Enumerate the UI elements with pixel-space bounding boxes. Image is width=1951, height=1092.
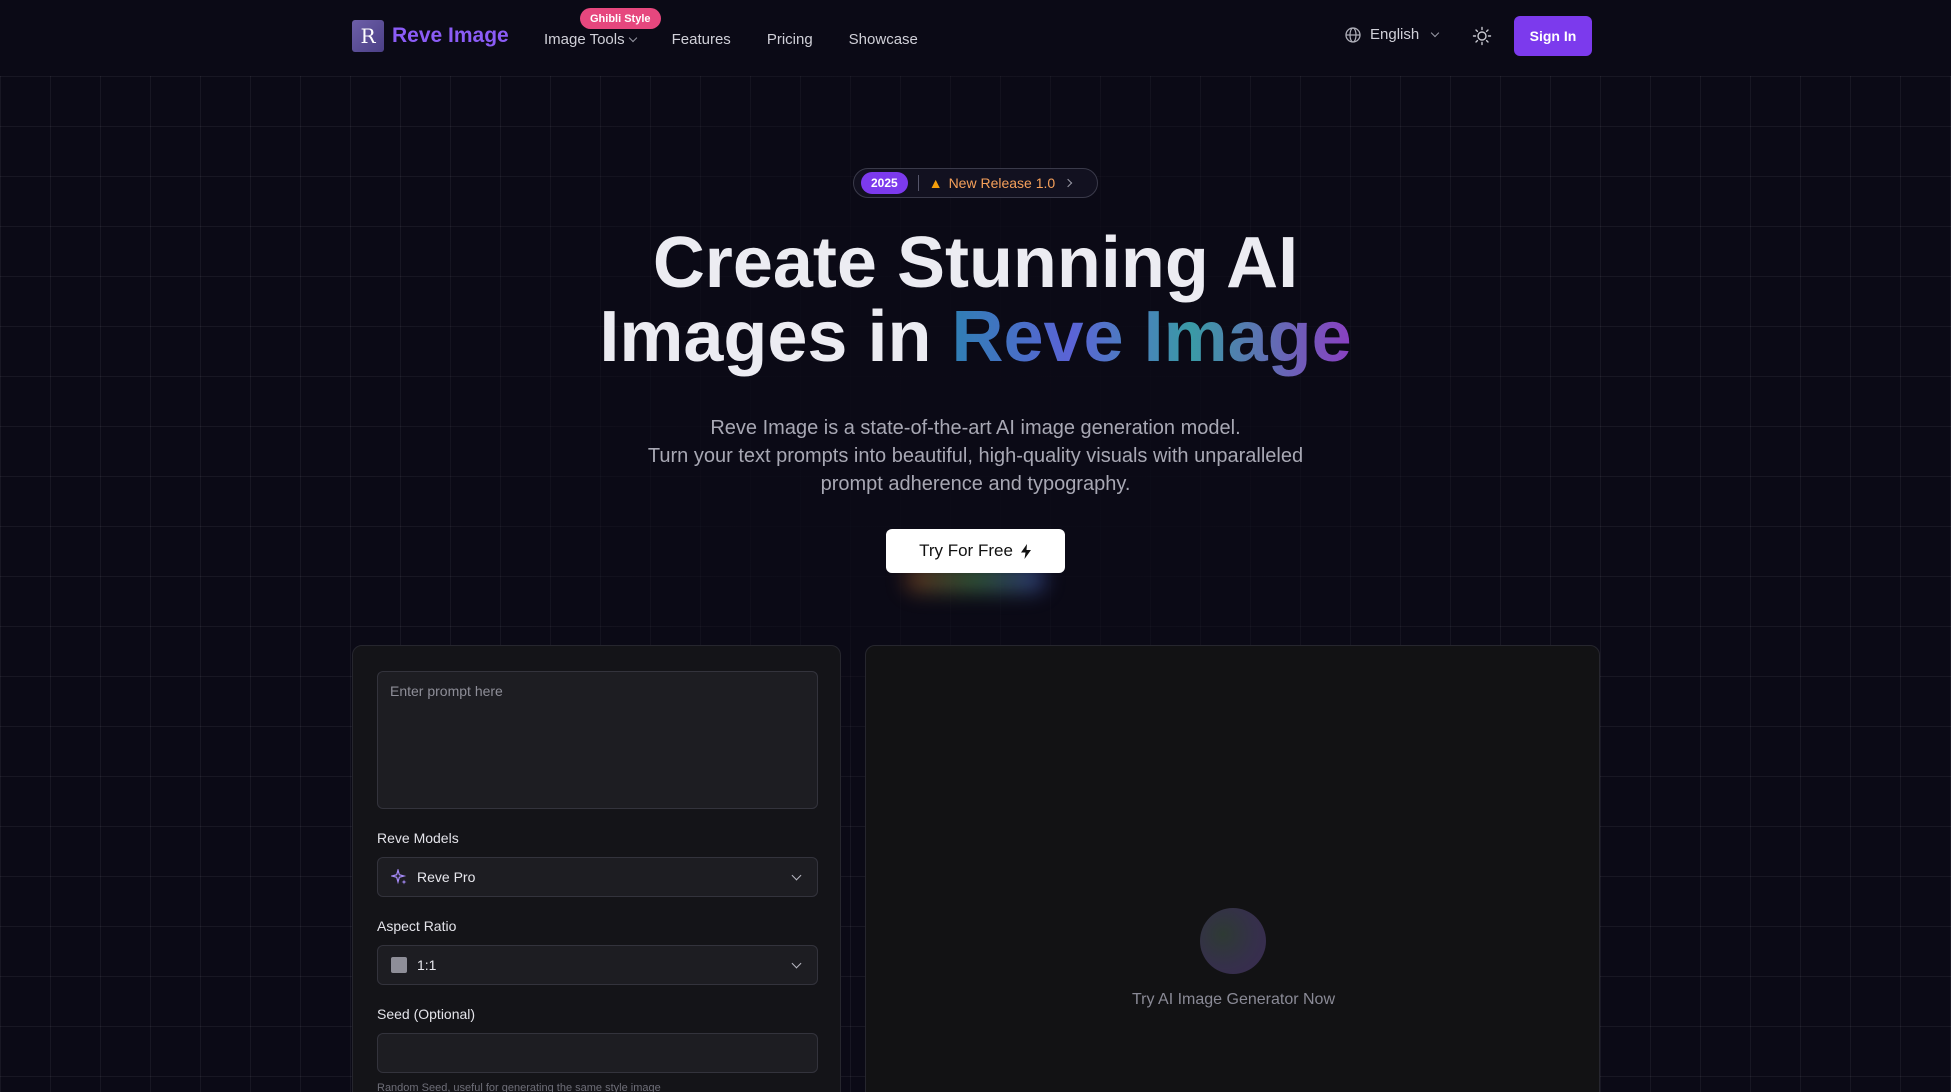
nav-link-label: Pricing: [766, 31, 813, 48]
logo-mark-icon: R: [352, 20, 384, 52]
aspect-ratio-label: Aspect Ratio: [377, 918, 457, 934]
globe-icon: [1345, 26, 1361, 43]
model-value: Reve Pro: [417, 869, 476, 885]
try-for-free-button[interactable]: Try For Free: [886, 529, 1065, 573]
headline-line-1: Create Stunning AI: [652, 223, 1299, 303]
nav-link-label: Showcase: [848, 31, 918, 48]
preview-placeholder-text: Try AI Image Generator Now: [1131, 991, 1336, 1008]
nav-links: Image Tools Features Pricing Showcase: [544, 31, 918, 48]
headline-highlight: Reve Image: [951, 297, 1352, 377]
logo-letter: R: [360, 24, 376, 48]
seed-label: Seed (Optional): [377, 1006, 476, 1022]
lightning-icon: [1020, 543, 1031, 559]
release-label-group: ▲ New Release 1.0: [928, 175, 1073, 191]
models-label: Reve Models: [377, 830, 459, 846]
sign-in-button[interactable]: Sign In: [1514, 16, 1592, 56]
model-select[interactable]: Reve Pro: [377, 857, 818, 897]
cta-label: Try For Free: [919, 541, 1013, 560]
aspect-ratio-select[interactable]: 1:1: [377, 945, 818, 985]
headline-line-2-prefix: Images in: [599, 297, 952, 377]
nav-link-image-tools[interactable]: Image Tools: [544, 31, 637, 48]
ghibli-style-badge[interactable]: Ghibli Style: [580, 8, 661, 29]
logo[interactable]: R Reve Image: [352, 20, 509, 52]
hero-subtitle: Reve Image is a state-of-the-art AI imag…: [0, 414, 1951, 498]
nav-link-pricing[interactable]: Pricing: [767, 31, 813, 48]
chevron-down-icon: [791, 958, 802, 969]
chevron-right-icon: [1063, 178, 1073, 188]
language-selector[interactable]: English: [1345, 26, 1440, 43]
nav-link-label: Image Tools: [544, 31, 625, 48]
release-label: New Release 1.0: [948, 175, 1056, 191]
aspect-ratio-value: 1:1: [417, 957, 437, 973]
chevron-down-icon: [1430, 28, 1440, 37]
language-label: English: [1370, 26, 1420, 43]
nav-link-showcase[interactable]: Showcase: [849, 31, 918, 48]
subtitle-line-3: prompt adherence and typography.: [820, 473, 1131, 495]
seed-input[interactable]: [377, 1033, 818, 1073]
logo-text: Reve Image: [392, 24, 509, 47]
subtitle-line-1: Reve Image is a state-of-the-art AI imag…: [710, 417, 1241, 439]
generator-form-panel: Reve Models Reve Pro Aspect Ratio 1:1 Se…: [352, 645, 841, 1092]
hero-headline: Create Stunning AI Images in Reve Image: [0, 226, 1951, 374]
subtitle-line-2: Turn your text prompts into beautiful, h…: [647, 445, 1304, 467]
seed-hint: Random Seed, useful for generating the s…: [377, 1082, 661, 1092]
prompt-input[interactable]: [377, 671, 818, 809]
square-ratio-icon: [391, 957, 407, 973]
nav-link-features[interactable]: Features: [672, 31, 731, 48]
year-badge: 2025: [861, 172, 908, 194]
sparkle-icon: [391, 869, 407, 885]
release-badge[interactable]: 2025 ▲ New Release 1.0: [853, 168, 1098, 198]
top-navigation: R Reve Image Ghibli Style Image Tools Fe…: [0, 0, 1951, 72]
placeholder-orb: [1200, 908, 1266, 974]
badge-divider: [917, 175, 919, 191]
party-cone-icon: ▲: [928, 175, 943, 191]
chevron-down-icon: [791, 870, 802, 881]
sun-icon[interactable]: [1472, 26, 1492, 46]
nav-link-label: Features: [671, 31, 731, 48]
chevron-down-icon: [628, 33, 637, 42]
preview-panel: Try AI Image Generator Now: [865, 645, 1600, 1092]
